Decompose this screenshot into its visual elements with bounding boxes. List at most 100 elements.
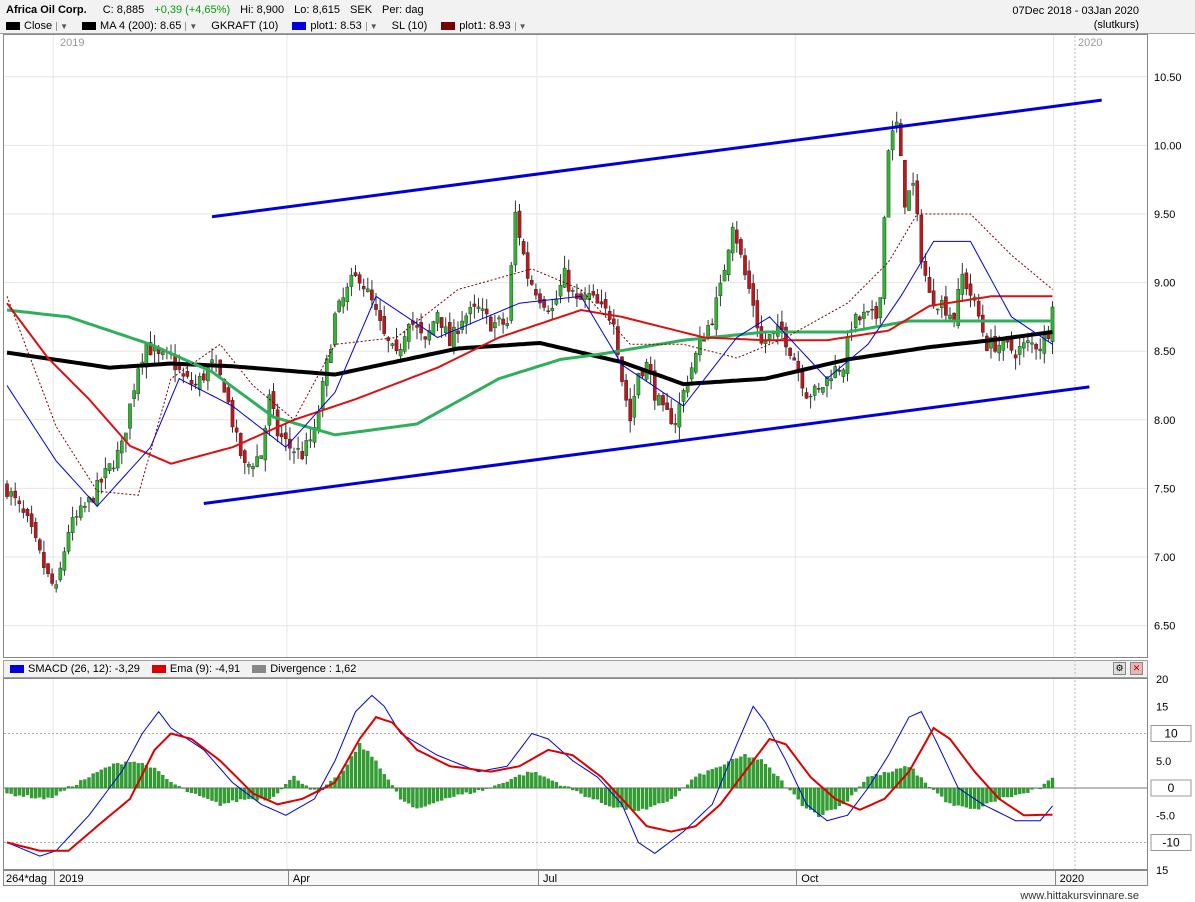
candle [308, 429, 313, 448]
candle-body [1042, 333, 1047, 354]
histogram-bar [341, 770, 345, 789]
candle-body [115, 449, 120, 469]
candle-body [435, 312, 440, 324]
candle-body [374, 304, 378, 310]
histogram-bar [919, 777, 923, 789]
candle-body [968, 283, 973, 296]
candle-body [468, 307, 473, 315]
histogram-bar [665, 787, 669, 802]
candle [111, 460, 116, 472]
price-tick-label: 7.50 [1154, 483, 1175, 495]
candle [554, 290, 559, 306]
candle [1038, 338, 1042, 360]
candle [964, 268, 969, 296]
histogram-bar [944, 787, 948, 803]
histogram-bar [788, 787, 792, 791]
candle-body [919, 214, 924, 263]
candle [337, 298, 341, 313]
candle [472, 294, 477, 319]
histogram-bar [759, 759, 764, 789]
candle-body [292, 451, 296, 454]
badge-label: -10 [1162, 836, 1180, 850]
histogram-bar [858, 786, 862, 789]
histogram-bar [817, 787, 821, 817]
candle [292, 447, 296, 464]
histogram-bar [501, 782, 505, 789]
histogram-bar [46, 787, 50, 798]
candle-body [562, 267, 567, 288]
candle-body [612, 318, 616, 325]
candle [571, 287, 575, 298]
histogram-bar [546, 778, 550, 789]
histogram-bar [931, 787, 936, 790]
candle-body [1030, 342, 1034, 345]
candle-body [739, 239, 743, 255]
candle [825, 376, 829, 398]
candle-body [530, 279, 534, 285]
histogram-bar [271, 787, 276, 797]
histogram-bar [681, 787, 686, 789]
candle [456, 321, 460, 344]
trendline [211, 98, 1102, 219]
candle-body [345, 286, 350, 302]
histogram-bar [813, 787, 817, 813]
candle-body [907, 190, 911, 211]
histogram-bar [452, 787, 456, 797]
candle [858, 314, 862, 326]
badge-label: 0 [1168, 781, 1175, 795]
histogram-bar [849, 787, 854, 796]
histogram-bar [710, 769, 714, 789]
histogram-bar [509, 779, 513, 789]
candle-body [1022, 342, 1026, 349]
candle [1017, 334, 1022, 366]
candle [862, 303, 866, 329]
candle [603, 292, 608, 316]
candle [595, 289, 600, 304]
candle [808, 393, 813, 409]
candle [189, 371, 194, 391]
histogram-bar [165, 779, 169, 789]
candle [74, 510, 79, 526]
macd-tick-label: 15 [1156, 701, 1168, 713]
candle-body [5, 483, 9, 497]
candle-body [402, 336, 407, 352]
candle [624, 373, 628, 408]
histogram-bar [464, 787, 468, 793]
candle [747, 260, 751, 294]
candle [230, 397, 235, 433]
candle [903, 159, 907, 215]
candle [300, 441, 305, 461]
price-tick-label: 7.00 [1154, 552, 1175, 564]
candle-body [9, 491, 13, 497]
candle-body [1013, 354, 1018, 359]
histogram-bar [780, 780, 784, 789]
candle [841, 367, 846, 383]
series-line [6, 240, 1053, 507]
candle [714, 286, 719, 339]
macd-level-badge: -10 [1150, 834, 1192, 851]
candle [575, 283, 579, 308]
candle-body [903, 160, 907, 208]
candle [911, 172, 915, 196]
candle [275, 403, 280, 443]
candle [353, 265, 358, 278]
candle [546, 305, 550, 315]
candle [722, 264, 727, 282]
macd-level-badge: 10 [1150, 725, 1192, 742]
histogram-bar [357, 743, 362, 789]
candle [739, 237, 743, 258]
histogram-bar [103, 767, 108, 789]
histogram-bar [304, 785, 308, 789]
histogram-bar [128, 762, 132, 789]
candle-body [456, 330, 460, 334]
histogram-bar [202, 787, 206, 798]
histogram-bar [480, 787, 485, 791]
candle-body [189, 379, 194, 385]
candle [136, 366, 141, 401]
candle-body [960, 273, 965, 295]
candle [505, 317, 510, 329]
histogram-bar [767, 767, 772, 789]
candle-body [743, 255, 747, 276]
histogram-bar [411, 787, 415, 808]
candle [735, 221, 739, 253]
